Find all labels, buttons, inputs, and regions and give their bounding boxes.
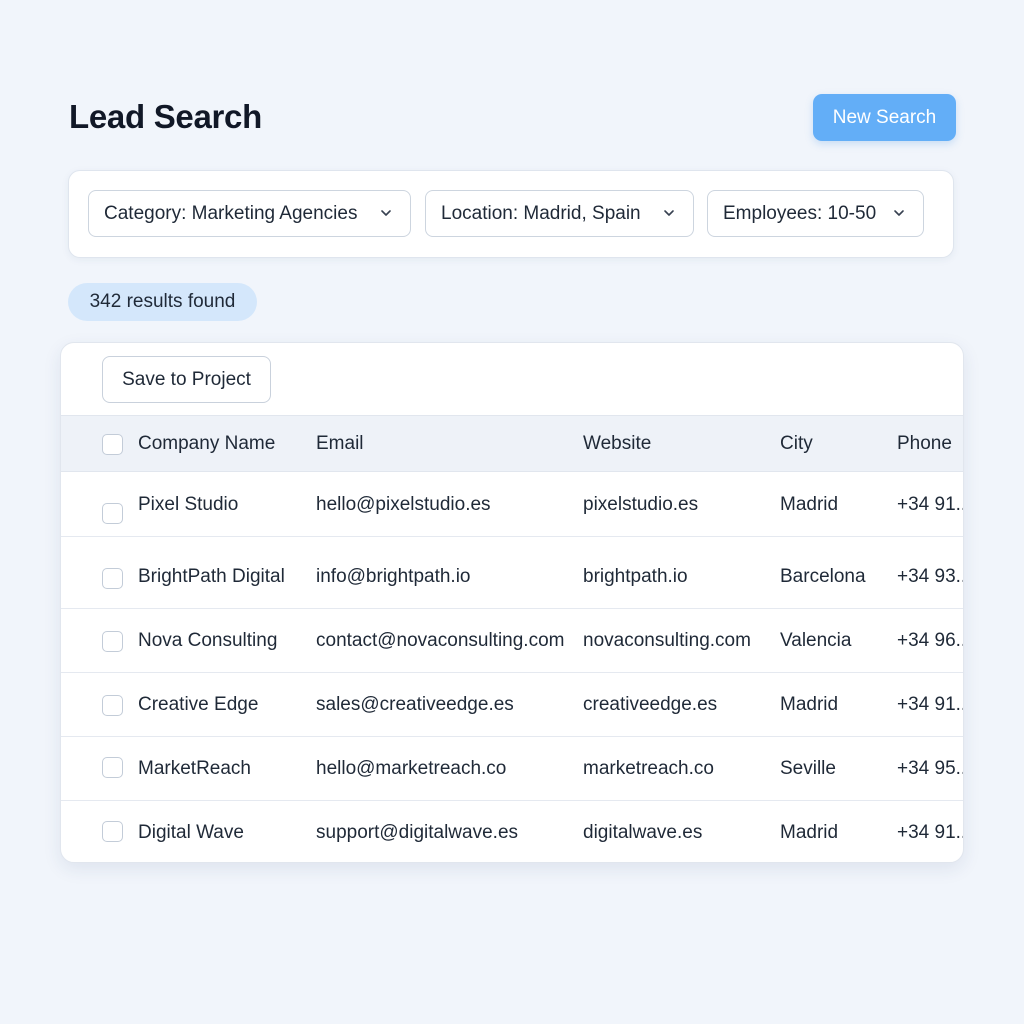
email: hello@pixelstudio.es: [316, 493, 491, 515]
website: novaconsulting.com: [583, 629, 751, 651]
phone: +34 95..: [897, 757, 964, 779]
table-row[interactable]: Nova Consulting contact@novaconsulting.c…: [61, 609, 964, 673]
save-to-project-button[interactable]: Save to Project: [102, 356, 271, 403]
column-header-website[interactable]: Website: [583, 416, 651, 471]
city: Barcelona: [780, 565, 866, 587]
column-header-email[interactable]: Email: [316, 416, 364, 471]
email: hello@marketreach.co: [316, 757, 507, 779]
phone: +34 96..: [897, 629, 964, 651]
phone: +34 91..: [897, 821, 964, 843]
row-checkbox[interactable]: [102, 757, 123, 778]
column-header-city[interactable]: City: [780, 416, 813, 471]
table-row[interactable]: MarketReach hello@marketreach.co marketr…: [61, 737, 964, 801]
table-row[interactable]: BrightPath Digital info@brightpath.io br…: [61, 545, 964, 609]
filter-bar: Category: Marketing Agencies Location: M…: [68, 170, 954, 258]
phone: +34 93..: [897, 565, 964, 587]
row-checkbox[interactable]: [102, 821, 123, 842]
results-count-badge: 342 results found: [68, 283, 257, 321]
email: sales@creativeedge.es: [316, 693, 514, 715]
phone: +34 91..: [897, 693, 964, 715]
company-name: Creative Edge: [138, 693, 259, 715]
table-row[interactable]: Digital Wave support@digitalwave.es digi…: [61, 801, 964, 862]
column-header-phone[interactable]: Phone: [897, 416, 952, 471]
row-checkbox[interactable]: [102, 568, 123, 589]
location-filter-dropdown[interactable]: Location: Madrid, Spain: [425, 190, 694, 237]
category-filter-dropdown[interactable]: Category: Marketing Agencies: [88, 190, 411, 237]
employees-filter-dropdown[interactable]: Employees: 10-50: [707, 190, 924, 237]
table-header: Company Name Email Website City Phone: [61, 415, 963, 472]
company-name: BrightPath Digital: [138, 565, 285, 587]
table-row[interactable]: Pixel Studio hello@pixelstudio.es pixels…: [61, 473, 964, 537]
results-table: Save to Project Company Name Email Websi…: [60, 342, 964, 863]
employees-filter-label: Employees: 10-50: [723, 202, 877, 224]
city: Madrid: [780, 821, 839, 843]
website: pixelstudio.es: [583, 493, 699, 515]
table-row[interactable]: Creative Edge sales@creativeedge.es crea…: [61, 673, 964, 737]
city: Madrid: [780, 493, 839, 515]
chevron-down-icon: [894, 210, 904, 216]
city: Seville: [780, 757, 836, 779]
row-checkbox[interactable]: [102, 503, 123, 524]
company-name: Digital Wave: [138, 821, 244, 843]
category-filter-label: Category: Marketing Agencies: [104, 202, 358, 224]
chevron-down-icon: [381, 210, 391, 216]
select-all-checkbox[interactable]: [102, 434, 123, 455]
city: Valencia: [780, 629, 852, 651]
new-search-button[interactable]: New Search: [813, 94, 956, 141]
website: digitalwave.es: [583, 821, 703, 843]
company-name: MarketReach: [138, 757, 251, 779]
row-checkbox[interactable]: [102, 631, 123, 652]
website: brightpath.io: [583, 565, 688, 587]
company-name: Pixel Studio: [138, 493, 239, 515]
page-title: Lead Search: [69, 98, 262, 135]
location-filter-label: Location: Madrid, Spain: [441, 202, 641, 224]
email: info@brightpath.io: [316, 565, 471, 587]
phone: +34 91..: [897, 493, 964, 515]
city: Madrid: [780, 693, 839, 715]
email: support@digitalwave.es: [316, 821, 519, 843]
website: creativeedge.es: [583, 693, 718, 715]
email: contact@novaconsulting.com: [316, 629, 565, 651]
chevron-down-icon: [664, 210, 674, 216]
website: marketreach.co: [583, 757, 714, 779]
company-name: Nova Consulting: [138, 629, 278, 651]
column-header-company[interactable]: Company Name: [138, 416, 275, 471]
row-checkbox[interactable]: [102, 695, 123, 716]
